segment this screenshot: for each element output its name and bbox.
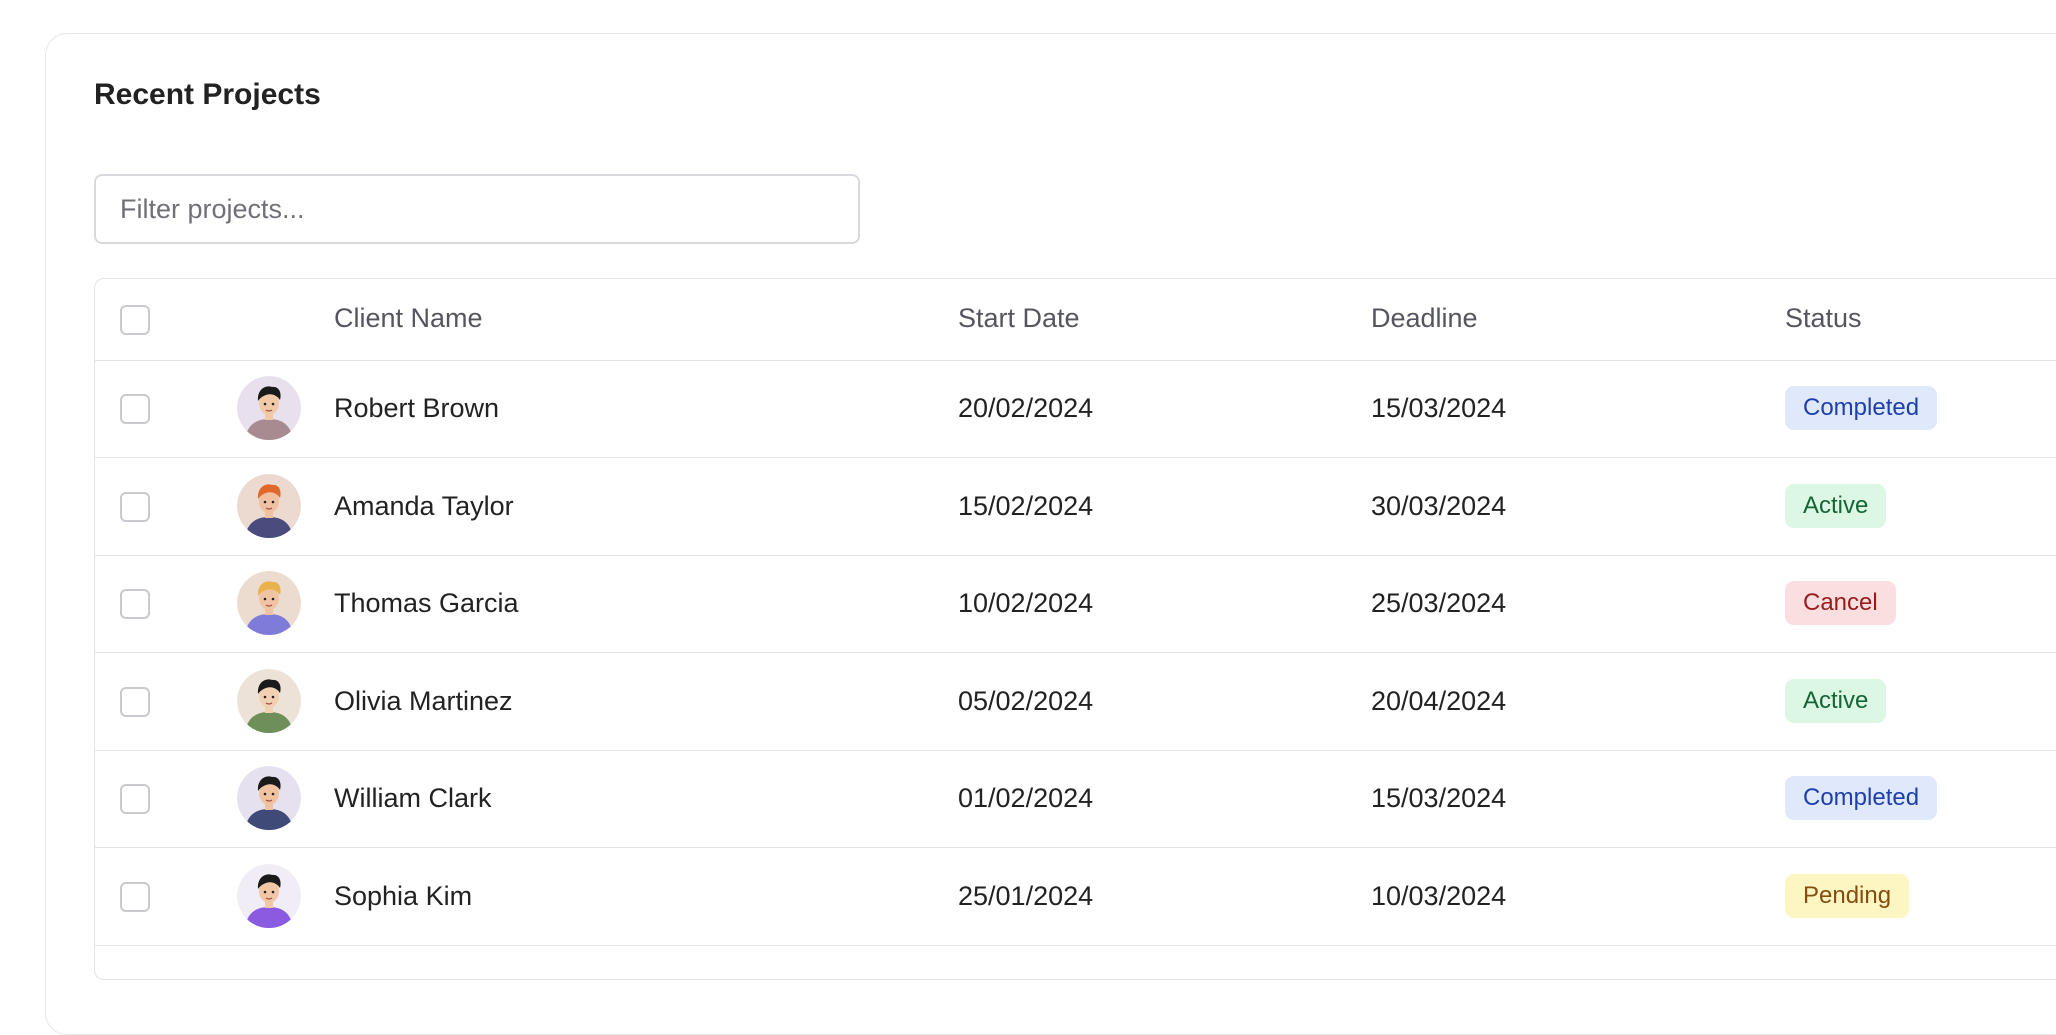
- deadline-cell: 15/03/2024: [1371, 393, 1507, 423]
- client-name-cell: Robert Brown: [334, 393, 500, 423]
- row-checkbox[interactable]: [120, 394, 150, 424]
- deadline-cell: 10/03/2024: [1371, 880, 1507, 911]
- deadline-cell: 30/03/2024: [1371, 490, 1507, 521]
- table-row[interactable]: William Clark 01/02/2024 15/03/2024 Complet…: [95, 750, 2056, 848]
- table-row[interactable]: Sophia Kim 25/01/2024 10/03/2024 Pending: [95, 848, 2056, 946]
- table-row[interactable]: Amanda Taylor 15/02/2024 30/03/2024 Active: [95, 458, 2056, 556]
- table-row[interactable]: Olivia Martinez 05/02/2024 20/04/2024 Activ…: [95, 653, 2056, 751]
- row-checkbox[interactable]: [120, 589, 150, 619]
- start-date-cell: 10/02/2024: [958, 588, 1094, 618]
- status-badge: Active: [1785, 483, 1887, 528]
- avatar-amanda-taylor-icon: [237, 473, 301, 538]
- projects-table: Client Name Start Date Deadline Status R…: [94, 278, 2056, 980]
- card-title: Recent Projects: [94, 78, 321, 111]
- avatar-olivia-martinez-icon: [237, 668, 301, 733]
- start-date-cell: 25/01/2024: [958, 880, 1094, 911]
- status-badge: Pending: [1785, 873, 1910, 918]
- status-badge: Cancel: [1785, 581, 1896, 625]
- deadline-cell: 25/03/2024: [1371, 588, 1507, 618]
- status-badge: Completed: [1785, 386, 1938, 430]
- client-name-cell: Thomas Garcia: [334, 588, 519, 618]
- table-header-row: Client Name Start Date Deadline Status: [95, 279, 2056, 361]
- start-date-cell: 20/02/2024: [958, 393, 1094, 423]
- header-client-name[interactable]: Client Name: [334, 303, 483, 334]
- client-name-cell: William Clark: [334, 783, 492, 813]
- row-checkbox[interactable]: [120, 881, 150, 912]
- avatar-sophia-kim-icon: [237, 863, 301, 928]
- client-name-cell: Olivia Martinez: [334, 685, 513, 716]
- header-start-date[interactable]: Start Date: [958, 303, 1080, 334]
- status-badge: Completed: [1785, 776, 1938, 820]
- header-deadline[interactable]: Deadline: [1371, 303, 1478, 334]
- status-badge: Active: [1785, 678, 1887, 723]
- avatar-thomas-garcia-icon: [237, 571, 301, 635]
- table-row[interactable]: Robert Brown 20/02/2024 15/03/2024 Complete…: [95, 360, 2056, 458]
- start-date-cell: 05/02/2024: [958, 685, 1094, 716]
- header-status[interactable]: Status: [1785, 303, 1862, 334]
- deadline-cell: 20/04/2024: [1371, 685, 1507, 716]
- avatar-william-clark-icon: [237, 766, 301, 830]
- row-checkbox[interactable]: [120, 491, 150, 522]
- row-checkbox[interactable]: [120, 784, 150, 814]
- row-checkbox[interactable]: [120, 686, 150, 717]
- deadline-cell: 15/03/2024: [1371, 783, 1507, 813]
- filter-projects-input[interactable]: [94, 174, 860, 244]
- select-all-checkbox[interactable]: [120, 305, 150, 335]
- start-date-cell: 01/02/2024: [958, 783, 1094, 813]
- start-date-cell: 15/02/2024: [958, 490, 1094, 521]
- avatar-robert-brown-icon: [237, 376, 301, 440]
- table-row[interactable]: Thomas Garcia 10/02/2024 25/03/2024 Cancel: [95, 555, 2056, 653]
- client-name-cell: Sophia Kim: [334, 880, 473, 911]
- client-name-cell: Amanda Taylor: [334, 490, 514, 521]
